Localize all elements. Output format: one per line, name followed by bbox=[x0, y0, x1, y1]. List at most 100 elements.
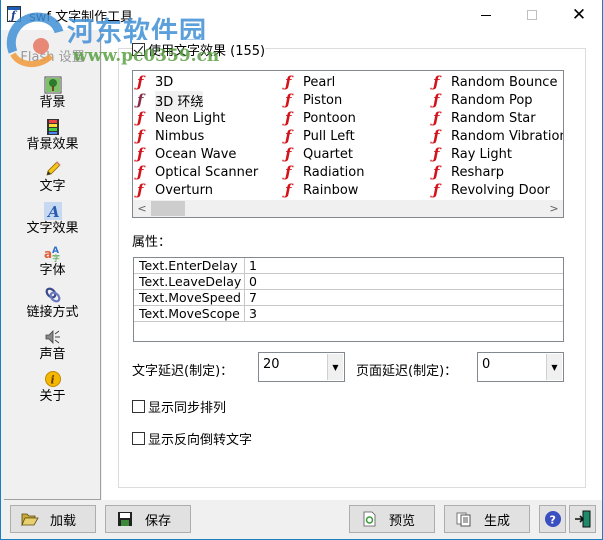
effect-item[interactable]: ƒ Pearl bbox=[281, 73, 364, 91]
effect-item[interactable]: ƒ Resharp bbox=[429, 163, 563, 181]
property-value[interactable]: 7 bbox=[245, 290, 563, 305]
preview-label: 预览 bbox=[388, 513, 415, 529]
svg-text:?: ? bbox=[550, 514, 556, 527]
effect-item[interactable]: ƒ Ray Light bbox=[429, 145, 563, 163]
flash-icon: ƒ bbox=[285, 145, 292, 163]
effect-item[interactable]: ƒ Rainbow bbox=[281, 181, 364, 199]
text-delay-select[interactable]: 20 ▼ bbox=[258, 352, 345, 382]
show-reverse-label: 显示反向倒转文字 bbox=[148, 433, 253, 448]
effect-item[interactable]: ƒ Overturn bbox=[133, 181, 258, 199]
sidebar-item-background-effect[interactable]: 背景效果 bbox=[4, 118, 101, 153]
horizontal-scrollbar[interactable]: < > bbox=[133, 200, 563, 217]
show-sync-checkbox[interactable]: 显示同步排列 bbox=[132, 397, 226, 416]
effect-item[interactable]: ƒ Radiation bbox=[281, 163, 364, 181]
flash-icon: ƒ bbox=[433, 145, 440, 163]
effect-item[interactable]: ƒ Quartet bbox=[281, 145, 364, 163]
scroll-left-arrow-icon[interactable]: < bbox=[135, 200, 149, 217]
effect-item[interactable]: ƒ Pontoon bbox=[281, 109, 364, 127]
sidebar-item-label: 文字 bbox=[39, 179, 66, 194]
flash-icon: ƒ bbox=[137, 109, 144, 127]
sidebar-item-label: 字体 bbox=[39, 263, 66, 278]
exit-button[interactable] bbox=[569, 505, 596, 533]
exit-door-icon bbox=[575, 510, 591, 528]
property-value[interactable]: 3 bbox=[245, 306, 563, 321]
effect-item[interactable]: ƒ Optical Scanner bbox=[133, 163, 258, 181]
effect-item[interactable]: ƒ Random Pop bbox=[429, 91, 563, 109]
help-button[interactable]: ? bbox=[539, 505, 566, 533]
sidebar-item-flash-settings[interactable]: Flash 设置 bbox=[4, 50, 101, 66]
sidebar-item-label: 声音 bbox=[39, 347, 66, 362]
effect-item-selected[interactable]: ƒ 3D 环绕 bbox=[133, 90, 258, 110]
properties-table: Text.EnterDelay 1 Text.LeaveDelay 0 Text.M… bbox=[133, 257, 564, 342]
sidebar-item-text[interactable]: 文字 bbox=[4, 160, 101, 195]
generate-button[interactable]: 生成 bbox=[444, 505, 530, 533]
sidebar-item-label: Flash 设置 bbox=[20, 50, 85, 65]
close-button[interactable]: ✕ bbox=[556, 0, 602, 30]
preview-button[interactable]: 预览 bbox=[349, 505, 435, 533]
effect-item[interactable]: ƒ Piston bbox=[281, 91, 364, 109]
window-title: swf 文字制作工具 bbox=[29, 10, 134, 25]
use-text-effect-checkbox[interactable]: 使用文字效果 (155) bbox=[132, 40, 266, 59]
text-delay-value: 20 bbox=[263, 357, 280, 372]
sidebar-item-font[interactable]: aA字 字体 bbox=[4, 244, 101, 279]
flash-icon: ƒ bbox=[285, 127, 292, 145]
page-delay-select[interactable]: 0 ▼ bbox=[477, 352, 564, 382]
effect-item[interactable]: ƒ Random Vibration bbox=[429, 127, 563, 145]
scrollbar-thumb[interactable] bbox=[151, 201, 185, 216]
flash-icon: ƒ bbox=[433, 91, 440, 109]
flash-icon: ƒ bbox=[285, 163, 292, 181]
flash-icon: ƒ bbox=[433, 181, 440, 199]
effect-item[interactable]: ƒ Neon Light bbox=[133, 109, 258, 127]
property-value[interactable]: 1 bbox=[245, 258, 563, 273]
checkbox-unchecked-icon bbox=[132, 432, 145, 445]
property-row[interactable]: Text.LeaveDelay 0 bbox=[134, 274, 563, 290]
property-row[interactable]: Text.MoveScope 3 bbox=[134, 306, 563, 322]
property-key: Text.LeaveDelay bbox=[134, 274, 245, 289]
load-button[interactable]: 加载 bbox=[10, 505, 96, 533]
speaker-icon bbox=[45, 330, 60, 344]
page-delay-value: 0 bbox=[482, 357, 491, 372]
sidebar-item-background[interactable]: 背景 bbox=[4, 76, 101, 111]
effect-item[interactable]: ƒ Pull Left bbox=[281, 127, 364, 145]
sidebar-item-link[interactable]: 链接方式 bbox=[4, 286, 101, 321]
flash-icon: ƒ bbox=[285, 181, 292, 199]
sidebar-item-text-effect[interactable]: A 文字效果 bbox=[4, 202, 101, 237]
scroll-right-arrow-icon[interactable]: > bbox=[547, 200, 561, 217]
property-row[interactable]: Text.EnterDelay 1 bbox=[134, 258, 563, 274]
effect-item[interactable]: ƒ Ocean Wave bbox=[133, 145, 258, 163]
property-row[interactable]: Text.MoveSpeed 7 bbox=[134, 290, 563, 306]
generate-label: 生成 bbox=[483, 513, 510, 529]
minimize-icon bbox=[481, 14, 491, 16]
title-bar: ƒ swf 文字制作工具 ✕ bbox=[1, 0, 602, 30]
dropdown-arrow-icon[interactable]: ▼ bbox=[327, 354, 343, 380]
property-key: Text.EnterDelay bbox=[134, 258, 245, 273]
effect-item[interactable]: ƒ Random Star bbox=[429, 109, 563, 127]
maximize-button[interactable] bbox=[509, 0, 555, 30]
sidebar-item-about[interactable]: i 关于 bbox=[4, 370, 101, 405]
flash-icon: ƒ bbox=[285, 109, 292, 127]
save-label: 保存 bbox=[144, 513, 171, 529]
flash-icon: ƒ bbox=[433, 109, 440, 127]
effect-item[interactable]: ƒ Revolving Door bbox=[429, 181, 563, 199]
flash-icon: ƒ bbox=[137, 181, 144, 199]
checkbox-checked-icon bbox=[132, 43, 145, 56]
background-image-icon bbox=[44, 76, 61, 94]
property-value[interactable]: 0 bbox=[245, 274, 563, 289]
save-button[interactable]: 保存 bbox=[105, 505, 191, 533]
flash-icon: ƒ bbox=[433, 127, 440, 145]
dropdown-arrow-icon[interactable]: ▼ bbox=[546, 354, 562, 380]
property-key: Text.MoveScope bbox=[134, 306, 245, 321]
sidebar-item-sound[interactable]: 声音 bbox=[4, 328, 101, 363]
flash-icon: ƒ bbox=[285, 73, 292, 91]
effect-item[interactable]: ƒ Random Bounce bbox=[429, 73, 563, 91]
property-key: Text.MoveSpeed bbox=[134, 290, 245, 305]
effect-item[interactable]: ƒ Nimbus bbox=[133, 127, 258, 145]
show-sync-label: 显示同步排列 bbox=[148, 401, 227, 416]
flash-icon: ƒ bbox=[285, 91, 292, 109]
flash-icon: ƒ bbox=[137, 73, 144, 91]
show-reverse-checkbox[interactable]: 显示反向倒转文字 bbox=[132, 429, 252, 448]
effect-list[interactable]: ƒ 3D ƒ 3D 环绕 ƒ Neon Light ƒ Nimbus ƒ Ocean Wa… bbox=[132, 70, 564, 218]
effect-item[interactable]: ƒ 3D bbox=[133, 73, 258, 91]
minimize-button[interactable] bbox=[463, 0, 509, 30]
sidebar-item-label: 背景效果 bbox=[26, 137, 79, 152]
